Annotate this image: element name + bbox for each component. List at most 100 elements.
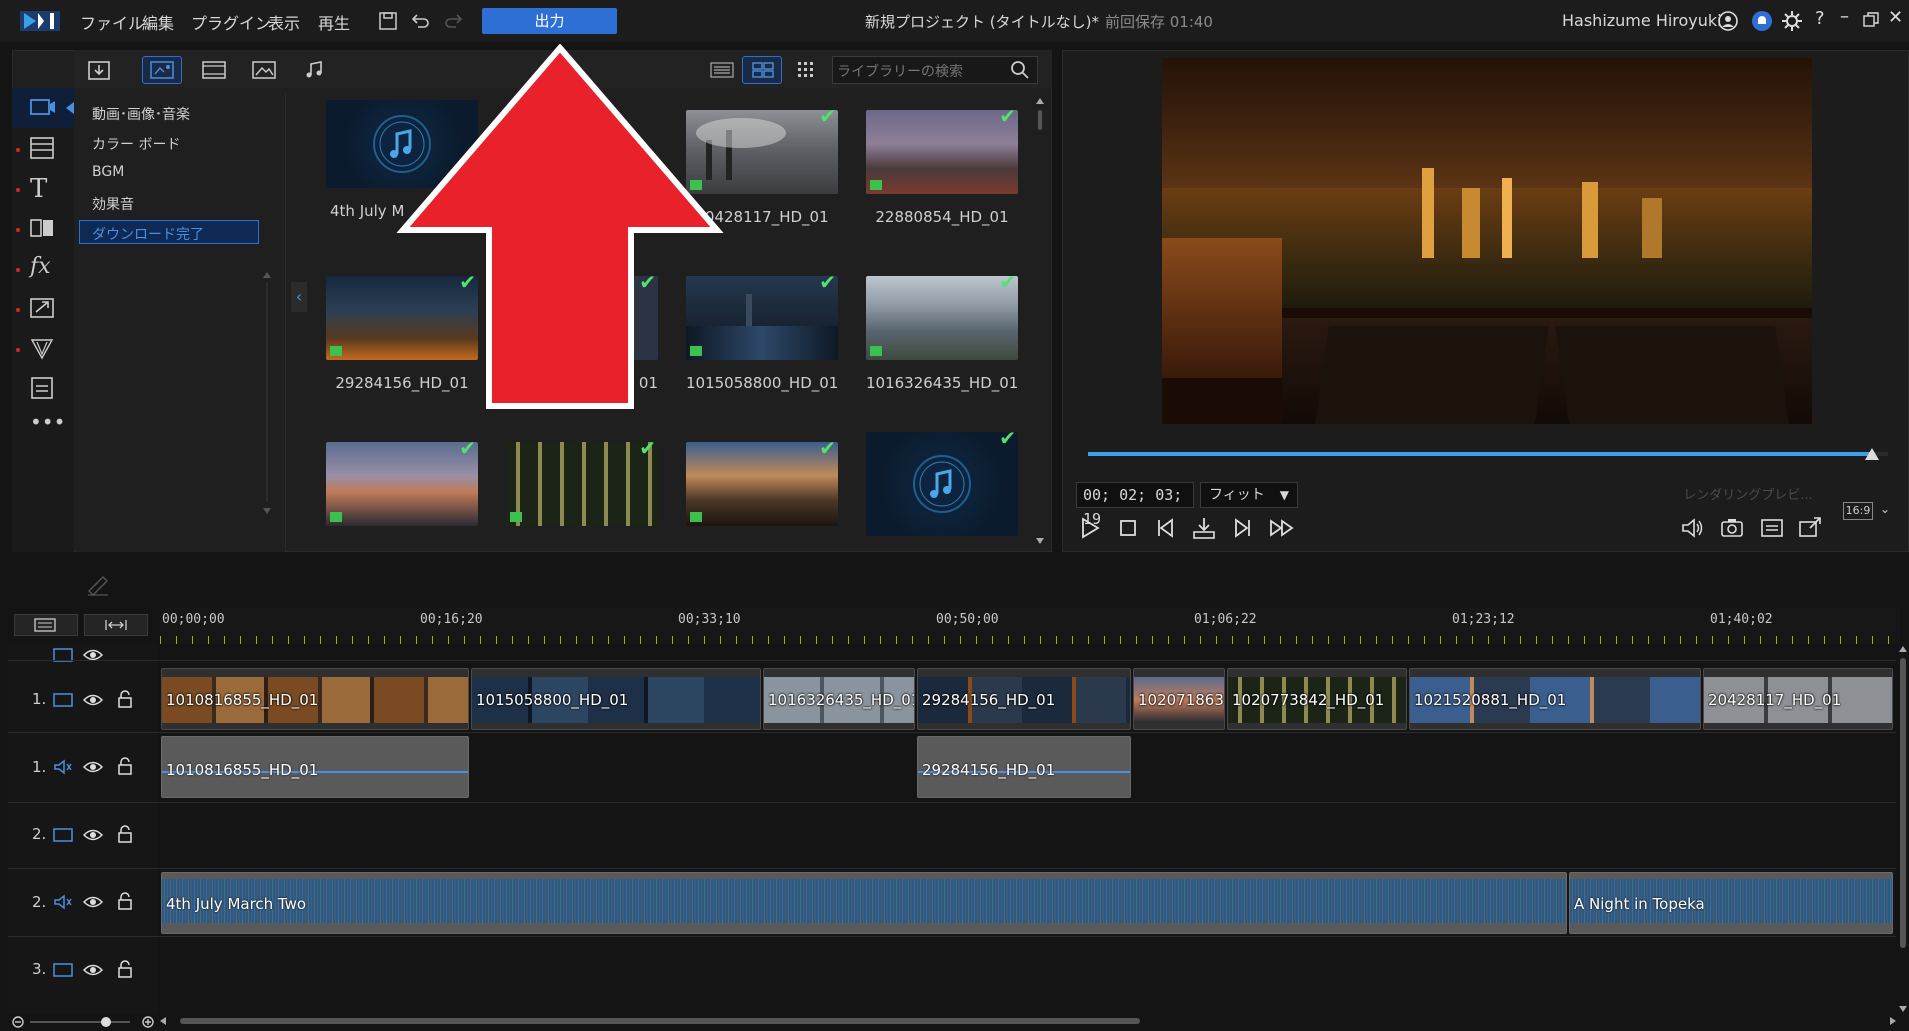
library-item[interactable]: ✔ <box>326 436 478 526</box>
small-icons-view-icon[interactable] <box>796 60 816 80</box>
title-room-icon[interactable]: T <box>30 174 47 204</box>
snapshot-icon[interactable] <box>1718 514 1746 542</box>
audio-clip[interactable]: 1010816855_HD_01 <box>161 736 469 798</box>
downloaded-check-icon: ✔ <box>819 270 836 294</box>
export-button[interactable]: 出力 <box>482 8 617 34</box>
undo-icon[interactable] <box>408 9 432 33</box>
render-preview-button[interactable]: レンダリングプレビ... <box>1680 484 1816 508</box>
media-room-icon[interactable] <box>28 94 56 122</box>
timeline-toolbar <box>0 560 1909 608</box>
audio-clip[interactable]: 4th July March Two <box>161 872 1567 934</box>
project-name: 新規プロジェクト (タイトルなし)* <box>865 13 1099 31</box>
play-icon[interactable] <box>1076 514 1104 542</box>
category-color-board[interactable]: カラー ボード <box>92 134 180 154</box>
scrub-handle[interactable] <box>1865 448 1879 460</box>
video-clip[interactable]: 1010816855_HD_01 <box>161 668 469 730</box>
previous-frame-icon[interactable] <box>1152 514 1180 542</box>
save-icon[interactable] <box>376 9 400 33</box>
video-thumbnail <box>326 442 478 526</box>
import-media-icon[interactable] <box>86 58 112 82</box>
video-clip[interactable]: 1021520881_HD_01 <box>1409 668 1701 730</box>
settings-icon[interactable] <box>1780 9 1804 33</box>
next-frame-icon[interactable] <box>1228 514 1256 542</box>
timeline-zoom-slider[interactable] <box>8 1016 158 1028</box>
visibility-eye-icon[interactable] <box>82 961 104 979</box>
library-item[interactable]: ✔ <box>686 436 838 526</box>
grid-view-icon <box>752 62 774 78</box>
subtitle-room-icon[interactable] <box>28 374 56 402</box>
menu-file[interactable]: ファイル <box>80 10 144 34</box>
visibility-eye-icon[interactable] <box>82 758 104 776</box>
visibility-eye-icon[interactable] <box>82 646 104 664</box>
lock-icon[interactable] <box>114 892 136 910</box>
audio-filter-icon <box>306 61 322 78</box>
help-icon[interactable]: ? <box>1815 8 1825 29</box>
notification-icon[interactable] <box>1750 9 1774 33</box>
library-search-input[interactable] <box>832 56 1038 84</box>
track-number: 3. <box>32 960 47 978</box>
split-icon[interactable] <box>1190 514 1218 542</box>
visibility-eye-icon[interactable] <box>82 893 104 911</box>
audio-clip[interactable]: 29284156_HD_01 <box>917 736 1131 798</box>
subtitle-icon[interactable] <box>1758 514 1786 542</box>
library-item[interactable]: ✔ <box>866 426 1018 536</box>
collapse-tree-button[interactable]: ‹ <box>291 282 307 312</box>
library-scrollbar[interactable] <box>1036 96 1044 546</box>
track-separator <box>8 732 1896 733</box>
menu-edit[interactable]: 編集 <box>142 10 174 34</box>
video-clip[interactable]: 102071863( <box>1133 668 1225 730</box>
stop-icon[interactable] <box>1114 514 1142 542</box>
search-icon[interactable] <box>1010 60 1030 80</box>
video-clip[interactable]: 29284156_HD_01 <box>917 668 1131 730</box>
particle-room-icon[interactable] <box>28 334 56 362</box>
video-clip[interactable]: 1015058800_HD_01 <box>471 668 761 730</box>
video-clip[interactable]: 1016326435_HD_01 <box>763 668 915 730</box>
category-sound-effects[interactable]: 効果音 <box>92 194 134 214</box>
template-room-icon[interactable] <box>28 134 56 162</box>
library-item[interactable]: ✔ 1016326435_HD_01 <box>866 270 1018 392</box>
minimize-icon[interactable]: – <box>1840 6 1849 27</box>
zoom-fit-select[interactable]: フィット ▼ <box>1200 482 1298 508</box>
redo-icon[interactable] <box>442 9 466 33</box>
undock-preview-icon[interactable] <box>1796 514 1824 542</box>
video-clip[interactable]: 20428117_HD_01 <box>1703 668 1893 730</box>
ruler-tick-label: 01;06;22 <box>1194 612 1257 627</box>
chevron-down-icon[interactable]: ⌄ <box>1880 502 1890 516</box>
video-clip[interactable]: 1020773842_HD_01 <box>1227 668 1407 730</box>
lock-icon[interactable] <box>114 825 136 843</box>
fast-forward-icon[interactable] <box>1268 514 1296 542</box>
timeline-vertical-scrollbar[interactable] <box>1898 644 1908 1014</box>
library-item[interactable]: ✔ 22880854_HD_01 <box>866 104 1018 226</box>
rail-dot <box>16 348 20 352</box>
timeline-horizontal-scrollbar[interactable] <box>160 1016 1896 1026</box>
video-track-icon <box>53 828 73 842</box>
category-media[interactable]: 動画･画像･音楽 <box>92 104 190 124</box>
category-downloads[interactable]: ダウンロード完了 <box>92 224 204 244</box>
menu-view[interactable]: 表示 <box>268 10 300 34</box>
more-rooms-icon[interactable]: ••• <box>30 410 65 434</box>
lock-icon[interactable] <box>114 690 136 708</box>
menu-playback[interactable]: 再生 <box>318 10 350 34</box>
transition-room-icon[interactable] <box>28 214 56 242</box>
track-number: 2. <box>32 825 47 843</box>
restore-icon[interactable] <box>1862 11 1880 29</box>
clip-label: A Night in Topeka <box>1574 895 1705 913</box>
category-bgm[interactable]: BGM <box>92 164 124 180</box>
volume-icon[interactable] <box>1678 514 1706 542</box>
menu-plugins[interactable]: プラグイン <box>191 10 271 34</box>
edit-pen-icon[interactable] <box>84 570 112 598</box>
visibility-eye-icon[interactable] <box>82 691 104 709</box>
lock-icon[interactable] <box>114 757 136 775</box>
effect-room-icon[interactable]: fx <box>30 254 51 279</box>
lock-icon[interactable] <box>114 960 136 978</box>
timecode-display[interactable]: 00; 02; 03; 19 <box>1076 482 1194 528</box>
library-item[interactable]: ✔ <box>506 436 658 526</box>
account-icon[interactable] <box>1716 9 1740 33</box>
category-scrollbar[interactable] <box>262 270 272 516</box>
visibility-eye-icon[interactable] <box>82 826 104 844</box>
pip-room-icon[interactable] <box>28 294 56 322</box>
aspect-ratio-button[interactable]: 16:9 <box>1843 502 1873 520</box>
audio-clip[interactable]: A Night in Topeka <box>1569 872 1893 934</box>
fit-select-value: フィット <box>1209 487 1265 503</box>
close-icon[interactable]: ✕ <box>1888 7 1903 28</box>
